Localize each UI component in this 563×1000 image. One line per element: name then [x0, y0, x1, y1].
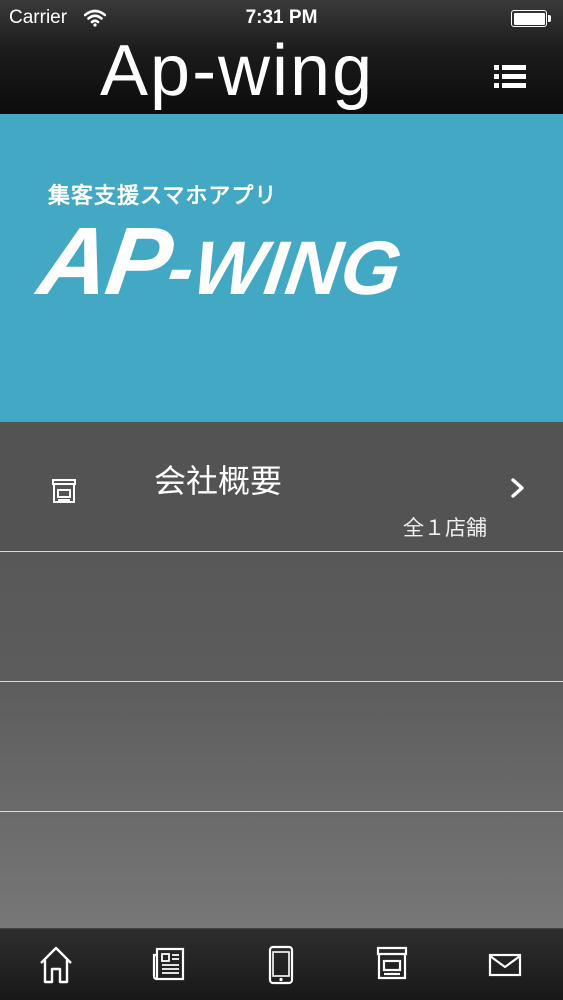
hero-banner: 集客支援スマホアプリ AP-WING — [0, 114, 563, 422]
list-icon[interactable] — [492, 62, 528, 92]
chevron-right-icon — [511, 478, 524, 498]
banner-tagline: 集客支援スマホアプリ — [48, 184, 278, 209]
tab-mail[interactable] — [448, 929, 560, 1000]
store-icon — [376, 946, 408, 980]
banner-logo-main: AP — [32, 208, 177, 315]
list-item-title: 会社概要 — [154, 462, 283, 500]
list-item-empty — [0, 552, 563, 682]
banner-logo: AP-WING — [33, 208, 517, 315]
home-icon — [40, 946, 72, 984]
tab-smartphone[interactable] — [224, 929, 336, 1000]
news-icon — [152, 947, 185, 981]
tab-store[interactable] — [336, 929, 448, 1000]
tab-bar — [0, 928, 563, 1000]
store-icon — [52, 479, 76, 503]
list-item-company-profile[interactable]: 会社概要 全１店舗 — [0, 422, 563, 552]
top-bar: Carrier 7:31 PM Ap-wing — [0, 0, 563, 114]
tab-news[interactable] — [112, 929, 224, 1000]
banner-logo-rest: -WING — [162, 226, 407, 311]
list-item-empty — [0, 682, 563, 812]
tab-home[interactable] — [0, 929, 112, 1000]
list-item-subtitle: 全１店舗 — [403, 516, 487, 540]
app-title: Ap-wing — [100, 31, 375, 111]
smartphone-icon — [268, 945, 294, 985]
mail-icon — [488, 953, 522, 977]
menu-list: 会社概要 全１店舗 — [0, 422, 563, 928]
battery-icon — [511, 10, 551, 27]
